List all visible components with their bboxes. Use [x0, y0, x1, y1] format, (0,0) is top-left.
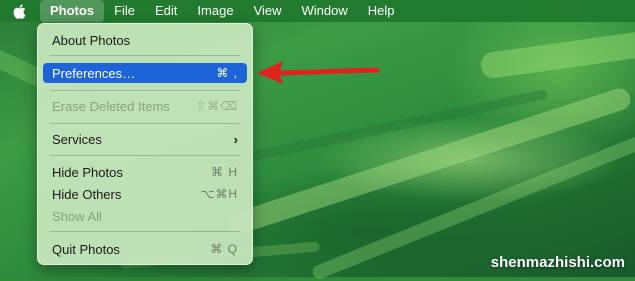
menu-item-hide-photos[interactable]: Hide Photos ⌘ H — [43, 162, 247, 182]
menu-item-about[interactable]: About Photos — [43, 30, 247, 50]
menubar-photos[interactable]: Photos — [40, 0, 105, 22]
menu-item-erase-deleted[interactable]: Erase Deleted Items ⇧⌘⌫ — [43, 96, 247, 116]
hide-shortcut: ⌘ H — [211, 165, 238, 179]
menubar-file[interactable]: File — [104, 0, 145, 22]
menu-separator — [50, 231, 240, 232]
menu-separator — [50, 155, 240, 156]
menu-item-show-all[interactable]: Show All — [43, 206, 247, 226]
hide-others-shortcut: ⌥⌘H — [200, 187, 238, 201]
menu-item-show-all-label: Show All — [52, 208, 102, 224]
menubar-help[interactable]: Help — [358, 0, 405, 22]
red-arrow-icon — [257, 61, 380, 84]
menubar-edit[interactable]: Edit — [145, 0, 187, 22]
quit-shortcut: ⌘ Q — [210, 242, 238, 256]
menubar-window[interactable]: Window — [292, 0, 358, 22]
menu-item-preferences[interactable]: Preferences… ⌘ , — [43, 63, 247, 83]
watermark-text: shenmazhishi.com — [490, 254, 625, 271]
menu-item-erase-label: Erase Deleted Items — [52, 98, 170, 114]
menu-item-services-label: Services — [52, 131, 102, 147]
apple-logo-icon[interactable] — [0, 0, 38, 22]
menu-item-about-label: About Photos — [52, 32, 131, 48]
erase-shortcut: ⇧⌘⌫ — [195, 99, 238, 113]
photos-dropdown-menu: About Photos Preferences… ⌘ , Erase Dele… — [37, 23, 253, 265]
menu-item-preferences-label: Preferences… — [52, 65, 136, 81]
menu-bar: Photos File Edit Image View Window Help — [0, 0, 635, 22]
menubar-image[interactable]: Image — [187, 0, 243, 22]
chevron-right-icon: › — [233, 131, 238, 147]
menu-item-hide-others-label: Hide Others — [52, 186, 122, 202]
menu-separator — [50, 123, 240, 124]
menu-item-services[interactable]: Services › — [43, 129, 247, 149]
preferences-shortcut: ⌘ , — [216, 66, 238, 80]
menubar-view[interactable]: View — [244, 0, 292, 22]
menu-item-quit[interactable]: Quit Photos ⌘ Q — [43, 239, 247, 259]
menu-item-hide-others[interactable]: Hide Others ⌥⌘H — [43, 184, 247, 204]
menu-separator — [50, 55, 240, 56]
menu-item-quit-label: Quit Photos — [52, 241, 120, 257]
grass-blade — [479, 26, 635, 80]
menu-item-hide-label: Hide Photos — [52, 164, 123, 180]
menu-separator — [50, 90, 240, 91]
